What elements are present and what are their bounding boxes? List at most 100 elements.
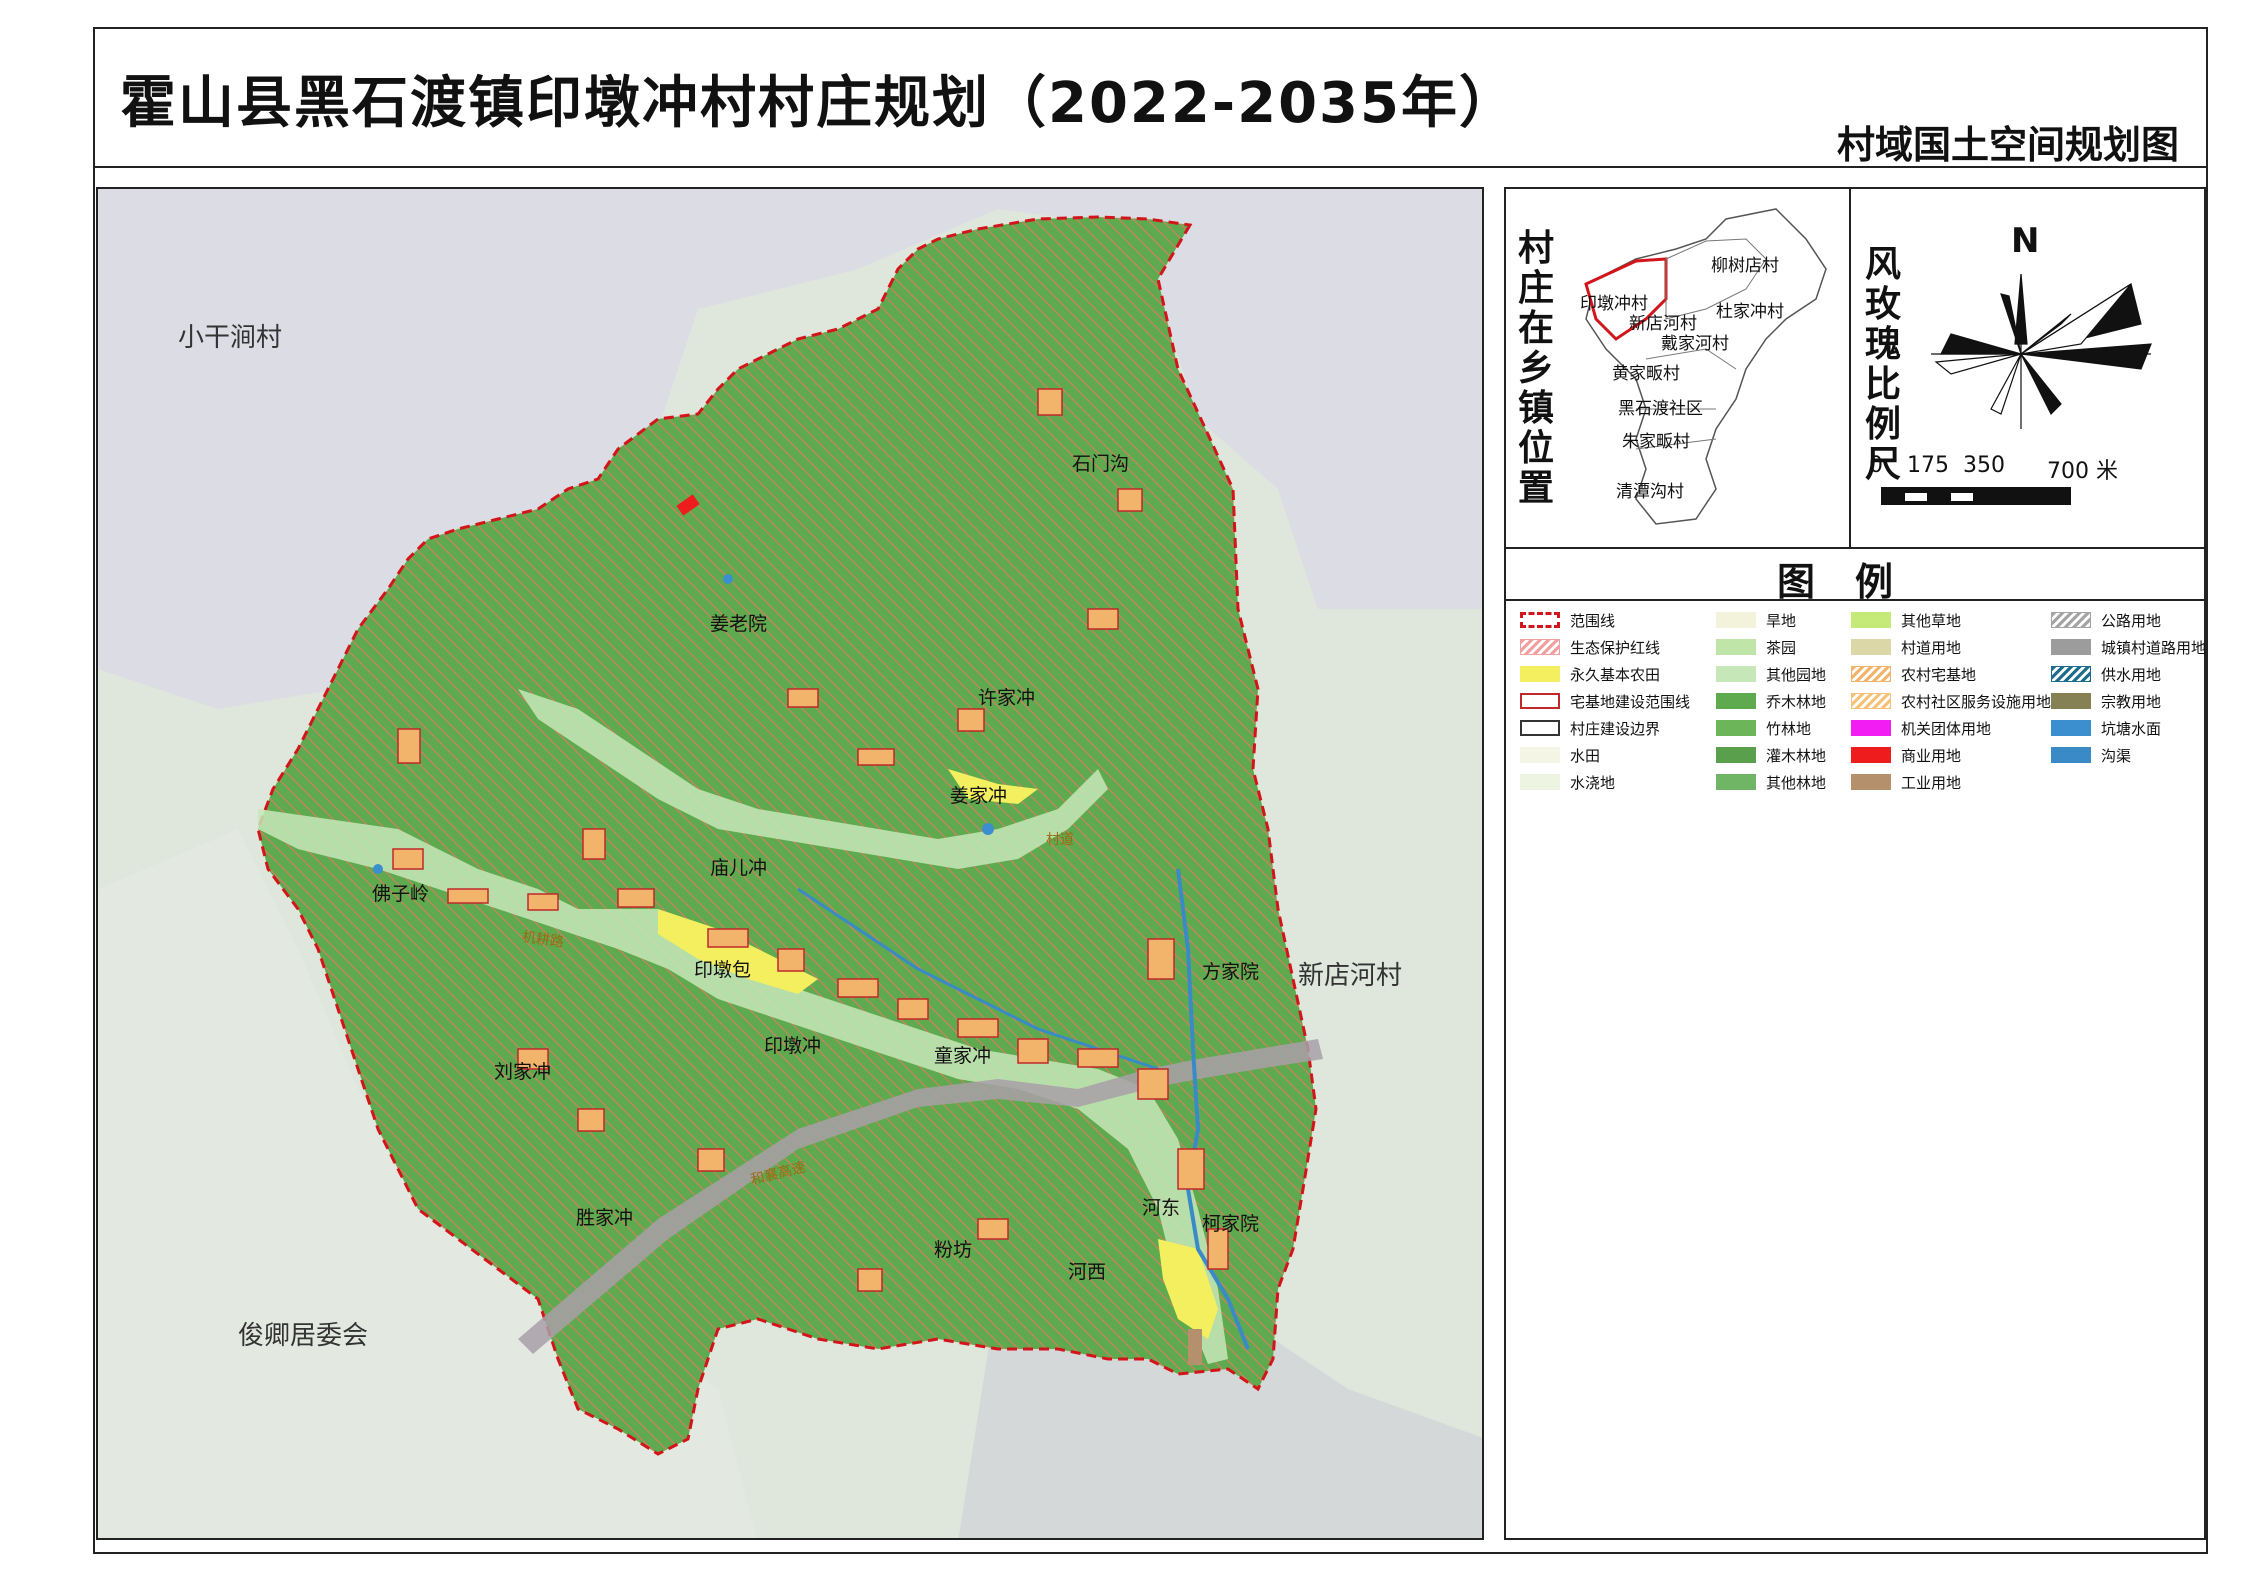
road-label: 村道 bbox=[1046, 832, 1074, 848]
legend-item: 公路用地 bbox=[2051, 609, 2161, 631]
place-label: 柯家院 bbox=[1202, 1213, 1260, 1235]
legend-swatch bbox=[1716, 639, 1756, 655]
scale-tick: 700 米 bbox=[2047, 459, 2118, 484]
wind-rose-icon bbox=[1931, 273, 2152, 429]
legend-swatch bbox=[1716, 720, 1756, 736]
legend-item: 其他园地 bbox=[1716, 663, 1826, 685]
legend-item: 其他林地 bbox=[1716, 771, 1826, 793]
legend-item: 坑塘水面 bbox=[2051, 717, 2161, 739]
wind-rose-title: 风玫瑰比例尺 bbox=[1864, 244, 1901, 485]
legend-label: 旱地 bbox=[1766, 611, 1797, 630]
legend-item: 水田 bbox=[1520, 744, 1600, 766]
inset-village-label: 杜家冲村 bbox=[1716, 302, 1784, 322]
neighbor-label: 小干涧村 bbox=[178, 323, 283, 353]
place-label: 刘家冲 bbox=[494, 1061, 552, 1083]
legend-item: 村道用地 bbox=[1851, 636, 1961, 658]
legend-item: 农村宅基地 bbox=[1851, 663, 1976, 685]
legend-item: 供水用地 bbox=[2051, 663, 2161, 685]
legend-item: 茶园 bbox=[1716, 636, 1796, 658]
legend-label: 乔木林地 bbox=[1766, 692, 1827, 711]
legend-label: 农村宅基地 bbox=[1901, 665, 1977, 684]
wind-rose-panel: 风玫瑰比例尺 N 0 175 350 700 米 bbox=[1851, 189, 2204, 549]
legend-label: 宗教用地 bbox=[2101, 692, 2162, 711]
legend-item: 范围线 bbox=[1520, 609, 1615, 631]
industrial-site bbox=[1188, 1329, 1202, 1365]
side-panel: 村庄在乡镇位置 柳树店村 印墩冲村 新店河村 杜家冲村 戴家河村 黄家畈村 黑石… bbox=[1504, 187, 2206, 1540]
main-map[interactable]: 小干涧村 新店河村 俊卿居委会 石门沟 姜老院 许家冲 姜家冲 庙儿冲 佛子岭 … bbox=[96, 187, 1484, 1540]
legend-label: 宅基地建设范围线 bbox=[1570, 692, 1691, 711]
legend-label: 其他园地 bbox=[1766, 665, 1827, 684]
legend-swatch bbox=[2051, 747, 2091, 763]
legend-swatch bbox=[1851, 666, 1891, 682]
legend-item: 水浇地 bbox=[1520, 771, 1615, 793]
place-label: 佛子岭 bbox=[372, 883, 430, 905]
township-outline-map bbox=[1584, 208, 1827, 525]
place-label: 石门沟 bbox=[1072, 453, 1130, 475]
neighbor-label: 新店河村 bbox=[1298, 961, 1403, 991]
legend-label: 水浇地 bbox=[1570, 773, 1616, 792]
legend-swatch bbox=[1520, 720, 1560, 736]
place-label: 许家冲 bbox=[978, 687, 1036, 709]
inset-village-label: 戴家河村 bbox=[1661, 334, 1729, 354]
place-label: 印墩冲 bbox=[764, 1035, 822, 1057]
legend-swatch bbox=[2051, 612, 2091, 628]
inset-village-label: 黄家畈村 bbox=[1612, 364, 1680, 384]
legend-item: 机关团体用地 bbox=[1851, 717, 1991, 739]
legend-label: 其他草地 bbox=[1901, 611, 1962, 630]
legend-swatch bbox=[1520, 639, 1560, 655]
legend-divider bbox=[1506, 599, 2204, 601]
legend-label: 村道用地 bbox=[1901, 638, 1962, 657]
legend-item: 旱地 bbox=[1716, 609, 1796, 631]
legend-item: 永久基本农田 bbox=[1520, 663, 1660, 685]
legend-swatch bbox=[1851, 612, 1891, 628]
north-arrow-label: N bbox=[2011, 221, 2040, 261]
legend-label: 水田 bbox=[1570, 746, 1601, 765]
legend-item: 竹林地 bbox=[1716, 717, 1811, 739]
inset-village-label: 黑石渡社区 bbox=[1618, 399, 1703, 419]
legend-label: 机关团体用地 bbox=[1901, 719, 1992, 738]
legend-swatch bbox=[1716, 693, 1756, 709]
pond-3 bbox=[373, 864, 383, 874]
legend-label: 城镇村道路用地 bbox=[2101, 638, 2207, 657]
legend-swatch bbox=[2051, 720, 2091, 736]
scale-tick: 0 bbox=[1869, 453, 1883, 478]
place-label: 粉坊 bbox=[934, 1239, 973, 1261]
legend-item: 宗教用地 bbox=[2051, 690, 2161, 712]
legend-swatch bbox=[2051, 693, 2091, 709]
scale-bar bbox=[1881, 487, 2071, 505]
neighbor-label: 俊卿居委会 bbox=[238, 1321, 369, 1351]
scale-tick: 175 bbox=[1907, 453, 1949, 478]
place-label: 姜老院 bbox=[710, 613, 768, 635]
legend-item: 生态保护红线 bbox=[1520, 636, 1660, 658]
legend-swatch bbox=[1851, 639, 1891, 655]
legend-item: 乔木林地 bbox=[1716, 690, 1826, 712]
legend-swatch bbox=[1851, 720, 1891, 736]
legend-item: 宅基地建设范围线 bbox=[1520, 690, 1690, 712]
legend-swatch bbox=[1851, 774, 1891, 790]
legend-swatch bbox=[1716, 612, 1756, 628]
legend-item: 灌木林地 bbox=[1716, 744, 1826, 766]
legend-item: 城镇村道路用地 bbox=[2051, 636, 2206, 658]
legend-label: 竹林地 bbox=[1766, 719, 1812, 738]
map-subtitle: 村域国土空间规划图 bbox=[1836, 123, 2179, 167]
legend-item: 商业用地 bbox=[1851, 744, 1961, 766]
legend-swatch bbox=[1520, 747, 1560, 763]
pond-1 bbox=[982, 823, 994, 835]
place-label: 方家院 bbox=[1202, 961, 1260, 983]
place-label: 姜家冲 bbox=[950, 785, 1008, 807]
place-label: 河西 bbox=[1068, 1261, 1107, 1283]
legend-swatch bbox=[1851, 747, 1891, 763]
legend-swatch bbox=[1716, 774, 1756, 790]
legend-swatch bbox=[2051, 639, 2091, 655]
place-label: 庙儿冲 bbox=[710, 857, 768, 879]
legend-swatch bbox=[1520, 666, 1560, 682]
legend-label: 沟渠 bbox=[2101, 746, 2132, 765]
location-inset: 村庄在乡镇位置 柳树店村 印墩冲村 新店河村 杜家冲村 戴家河村 黄家畈村 黑石… bbox=[1506, 189, 1851, 549]
place-label: 河东 bbox=[1142, 1197, 1181, 1219]
pond-2 bbox=[723, 574, 733, 584]
legend-label: 农村社区服务设施用地 bbox=[1901, 692, 2052, 711]
legend-label: 范围线 bbox=[1570, 611, 1616, 630]
legend-item: 农村社区服务设施用地 bbox=[1851, 690, 2051, 712]
legend-swatch bbox=[1520, 693, 1560, 709]
legend-label: 村庄建设边界 bbox=[1570, 719, 1661, 738]
